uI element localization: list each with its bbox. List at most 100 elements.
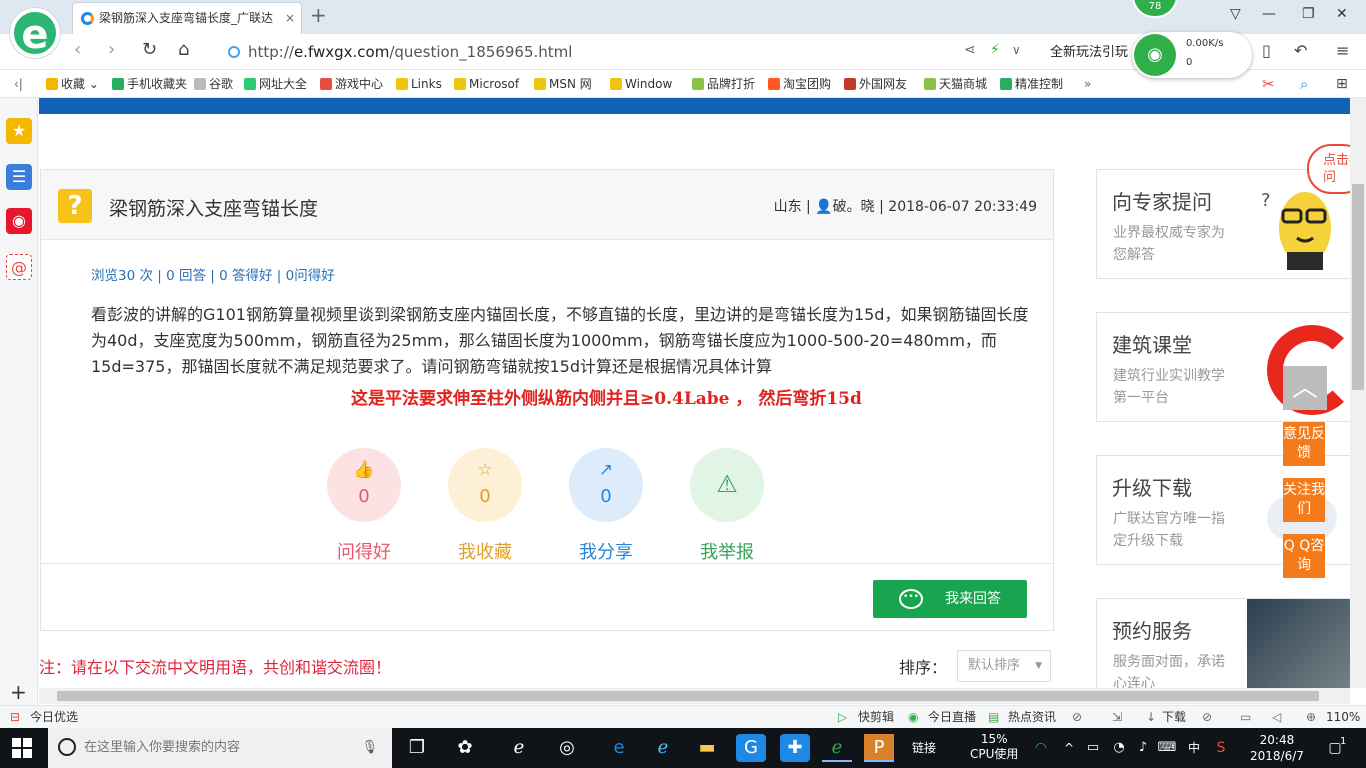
apps-icon[interactable]: ⊞ — [1336, 70, 1348, 98]
bookmark-item[interactable]: 手机收藏夹 — [112, 70, 187, 98]
cut-icon[interactable]: ✂ — [1262, 70, 1275, 98]
menu-icon[interactable]: ≡ — [1336, 41, 1349, 60]
reload-icon[interactable]: ↻ — [142, 39, 157, 60]
minimize-icon[interactable]: — — [1262, 6, 1276, 22]
horizontal-scrollbar[interactable] — [39, 688, 1350, 704]
app-swirl-icon[interactable]: ◎ — [552, 734, 582, 762]
status-item[interactable]: 下载 — [1162, 706, 1186, 728]
vertical-scrollbar[interactable] — [1350, 98, 1366, 688]
windows-start-icon[interactable] — [12, 738, 32, 758]
speedometer-icon[interactable]: ⊘ — [1072, 706, 1082, 728]
status-item[interactable]: 今日直播 — [928, 706, 976, 728]
action-favorite[interactable]: ☆ 0 我收藏 — [447, 448, 523, 564]
app-explorer-icon[interactable]: ▬ — [692, 734, 722, 762]
clock[interactable]: 20:48 2018/6/7 — [1250, 732, 1304, 764]
bookmark-item[interactable]: 精准控制 — [1000, 70, 1063, 98]
home-icon[interactable]: ⌂ — [178, 39, 189, 60]
score-badge[interactable]: 78 — [1132, 0, 1178, 18]
url-input[interactable]: http://e.fwxgx.com/question_1856965.html — [226, 39, 1056, 65]
weibo-icon[interactable]: ◉ — [6, 208, 32, 234]
network-speed-widget[interactable]: ◉ 0.00K/s 0 — [1132, 32, 1252, 78]
new-tab-button[interactable]: + — [310, 3, 327, 27]
app-ie-icon[interactable]: ℯ — [648, 734, 678, 762]
task-view-icon[interactable]: ❐ — [402, 734, 432, 762]
bookmark-label: 精准控制 — [1015, 77, 1064, 91]
action-circle[interactable]: 👍 0 — [327, 448, 401, 522]
promo-link[interactable]: 全新玩法引玩 — [1050, 41, 1128, 60]
app-plus-icon[interactable]: ✚ — [780, 734, 810, 762]
clean-icon[interactable]: ⊘ — [1202, 706, 1212, 728]
search-icon[interactable]: ⌕ — [1300, 70, 1308, 98]
bookmark-item[interactable]: 天猫商城 — [924, 70, 987, 98]
url-dropdown-icon[interactable]: ∨ — [1012, 43, 1021, 57]
app-browser-active-icon[interactable]: ℯ — [822, 734, 852, 762]
mute-icon[interactable]: ◁ — [1272, 706, 1281, 728]
answer-button[interactable]: ••• 我来回答 — [873, 580, 1027, 618]
status-item[interactable]: 热点资讯 — [1008, 706, 1056, 728]
action-circle[interactable]: ☆ 0 — [448, 448, 522, 522]
bookmark-item[interactable]: 谷歌 — [194, 70, 233, 98]
bookmark-item[interactable]: Microsof — [454, 70, 519, 98]
taskbar-search-input[interactable]: 在这里输入你要搜索的内容 🎙 — [48, 728, 392, 768]
wifi-tray-icon[interactable]: ◠ — [1026, 734, 1056, 762]
tab-active[interactable]: 梁钢筋深入支座弯锚长度_广联达 × — [72, 2, 302, 34]
keyboard-icon[interactable]: ⌨ — [1152, 734, 1182, 762]
action-good-question[interactable]: 👍 0 问得好 — [326, 448, 402, 564]
action-report[interactable]: ⚠ 我举报 — [689, 448, 765, 564]
share-icon[interactable]: ⋖ — [964, 42, 976, 58]
forward-icon[interactable]: › — [108, 39, 115, 60]
reader-icon[interactable]: ☰ — [6, 164, 32, 190]
bookmark-item[interactable]: 淘宝团购 — [768, 70, 831, 98]
app-pinwheel-icon[interactable]: ✿ — [450, 734, 480, 762]
action-circle[interactable]: ↗ 0 — [569, 448, 643, 522]
bookmark-item[interactable]: 外国网友 — [844, 70, 907, 98]
status-today-pick[interactable]: 今日优选 — [30, 706, 78, 728]
undo-icon[interactable]: ↶ — [1294, 41, 1307, 60]
question-user[interactable]: 破。晓 — [833, 199, 875, 215]
app-browser-e-icon[interactable]: ℯ — [504, 734, 534, 762]
zoom-level[interactable]: 110% — [1326, 706, 1360, 728]
back-to-top-icon[interactable]: ︿ — [1283, 366, 1327, 410]
sidebar-toggle-icon[interactable]: ‹| — [14, 70, 23, 98]
window-icon[interactable]: ▭ — [1240, 706, 1251, 728]
bookmark-item[interactable]: Links — [396, 70, 442, 98]
bookmark-item[interactable]: Window — [610, 70, 672, 98]
bookmarks-more-icon[interactable]: » — [1084, 70, 1091, 98]
bookmark-item[interactable]: 网址大全 — [244, 70, 307, 98]
input-language[interactable]: 中 — [1188, 728, 1200, 768]
links-toolbar[interactable]: 链接 — [912, 728, 936, 768]
bookmark-item[interactable]: MSN 网 — [534, 70, 592, 98]
microphone-icon[interactable]: 🎙 — [361, 728, 378, 768]
skin-icon[interactable]: ▽ — [1230, 6, 1241, 22]
sogou-ime-icon[interactable]: S — [1206, 734, 1236, 762]
tab-close-icon[interactable]: × — [285, 3, 295, 33]
sort-select[interactable]: 默认排序 ▼ — [957, 650, 1051, 682]
bookmark-label: Window — [625, 77, 673, 91]
action-circle[interactable]: ⚠ — [690, 448, 764, 522]
bookmark-item[interactable]: 游戏中心 — [320, 70, 383, 98]
favorites-icon[interactable]: ★ — [6, 118, 32, 144]
status-item[interactable]: 快剪辑 — [858, 706, 894, 728]
bookmark-item[interactable]: 品牌打折 — [692, 70, 755, 98]
scroll-thumb[interactable] — [1352, 184, 1364, 390]
pin-icon[interactable]: ⇲ — [1112, 706, 1122, 728]
close-window-icon[interactable]: ✕ — [1336, 6, 1348, 22]
follow-us-button[interactable]: 关注我们 — [1283, 478, 1325, 522]
mail-icon[interactable]: @ — [6, 254, 32, 280]
bookmark-item[interactable]: 收藏 ⌄ — [46, 70, 99, 98]
float-ask-button[interactable]: 点击提问 — [1307, 144, 1350, 194]
app-pdf-icon[interactable]: P — [864, 734, 894, 762]
qq-consult-button[interactable]: Q Q咨询 — [1283, 534, 1325, 578]
app-edge-icon[interactable]: e — [604, 734, 634, 762]
mobile-icon[interactable]: ▯ — [1262, 41, 1271, 60]
scroll-thumb[interactable] — [57, 691, 1319, 701]
browser-logo[interactable]: e — [10, 8, 60, 58]
card-appointment[interactable]: 预约服务 服务面对面，承诺心连心 — [1096, 598, 1350, 688]
lightning-icon[interactable]: ⚡ — [990, 42, 1000, 58]
add-icon[interactable]: + — [10, 680, 27, 704]
action-share[interactable]: ↗ 0 我分享 — [568, 448, 644, 564]
restore-icon[interactable]: ❐ — [1302, 6, 1315, 22]
feedback-button[interactable]: 意见反馈 — [1283, 422, 1325, 466]
back-icon[interactable]: ‹ — [74, 39, 81, 60]
app-glodon-icon[interactable]: G — [736, 734, 766, 762]
